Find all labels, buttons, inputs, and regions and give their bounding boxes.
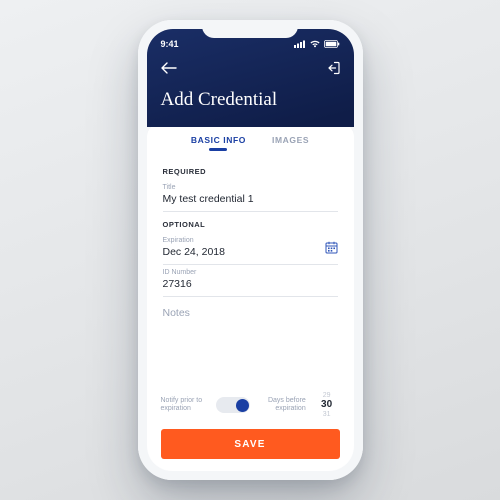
app-header: 9:41 Add Credential [147, 29, 354, 127]
notify-toggle[interactable] [216, 397, 250, 413]
notify-left-label: Notify prior to expiration [161, 397, 209, 415]
form-area: REQUIRED Title My test credential 1 OPTI… [147, 151, 354, 384]
field-title-label: Title [163, 184, 338, 191]
section-optional: OPTIONAL [163, 220, 338, 229]
arrow-left-icon [161, 62, 177, 74]
toggle-knob [236, 399, 249, 412]
save-button[interactable]: SAVE [161, 429, 340, 459]
signal-icon [294, 40, 306, 48]
field-id-number[interactable]: ID Number 27316 [163, 265, 338, 297]
field-id-number-label: ID Number [163, 269, 338, 276]
bottom-panel: Notify prior to expiration Days before e… [147, 384, 354, 471]
exit-button[interactable] [326, 61, 340, 75]
field-id-number-value: 27316 [163, 278, 338, 290]
tab-basic-info[interactable]: BASIC INFO [191, 135, 246, 145]
status-icons [294, 40, 340, 48]
screen: 9:41 Add Credential BASIC INFO [147, 29, 354, 471]
days-next: 31 [314, 411, 340, 419]
device-notch [202, 20, 298, 38]
back-button[interactable] [161, 62, 177, 74]
days-prev: 29 [314, 392, 340, 400]
phone-frame: 9:41 Add Credential BASIC INFO [138, 20, 363, 480]
notify-row: Notify prior to expiration Days before e… [161, 392, 340, 419]
tab-images[interactable]: IMAGES [272, 135, 309, 145]
field-expiration[interactable]: Expiration Dec 24, 2018 [163, 233, 338, 265]
field-expiration-label: Expiration [163, 237, 338, 244]
field-title-value: My test credential 1 [163, 193, 338, 205]
calendar-icon[interactable] [325, 241, 338, 259]
exit-icon [326, 61, 340, 75]
wifi-icon [309, 40, 321, 48]
tab-bar: BASIC INFO IMAGES [147, 123, 354, 151]
days-current: 30 [314, 399, 340, 411]
field-notes-placeholder: Notes [163, 301, 338, 321]
status-time: 9:41 [161, 39, 179, 49]
nav-bar [161, 59, 340, 77]
field-title[interactable]: Title My test credential 1 [163, 180, 338, 212]
field-notes[interactable]: Notes [163, 297, 338, 327]
days-picker[interactable]: 29 30 31 [314, 392, 340, 419]
page-title: Add Credential [161, 89, 340, 111]
content-card: BASIC INFO IMAGES REQUIRED Title My test… [147, 123, 354, 471]
notify-right-label: Days before expiration [258, 397, 306, 415]
battery-icon [324, 40, 340, 48]
section-required: REQUIRED [163, 167, 338, 176]
field-expiration-value: Dec 24, 2018 [163, 246, 338, 258]
